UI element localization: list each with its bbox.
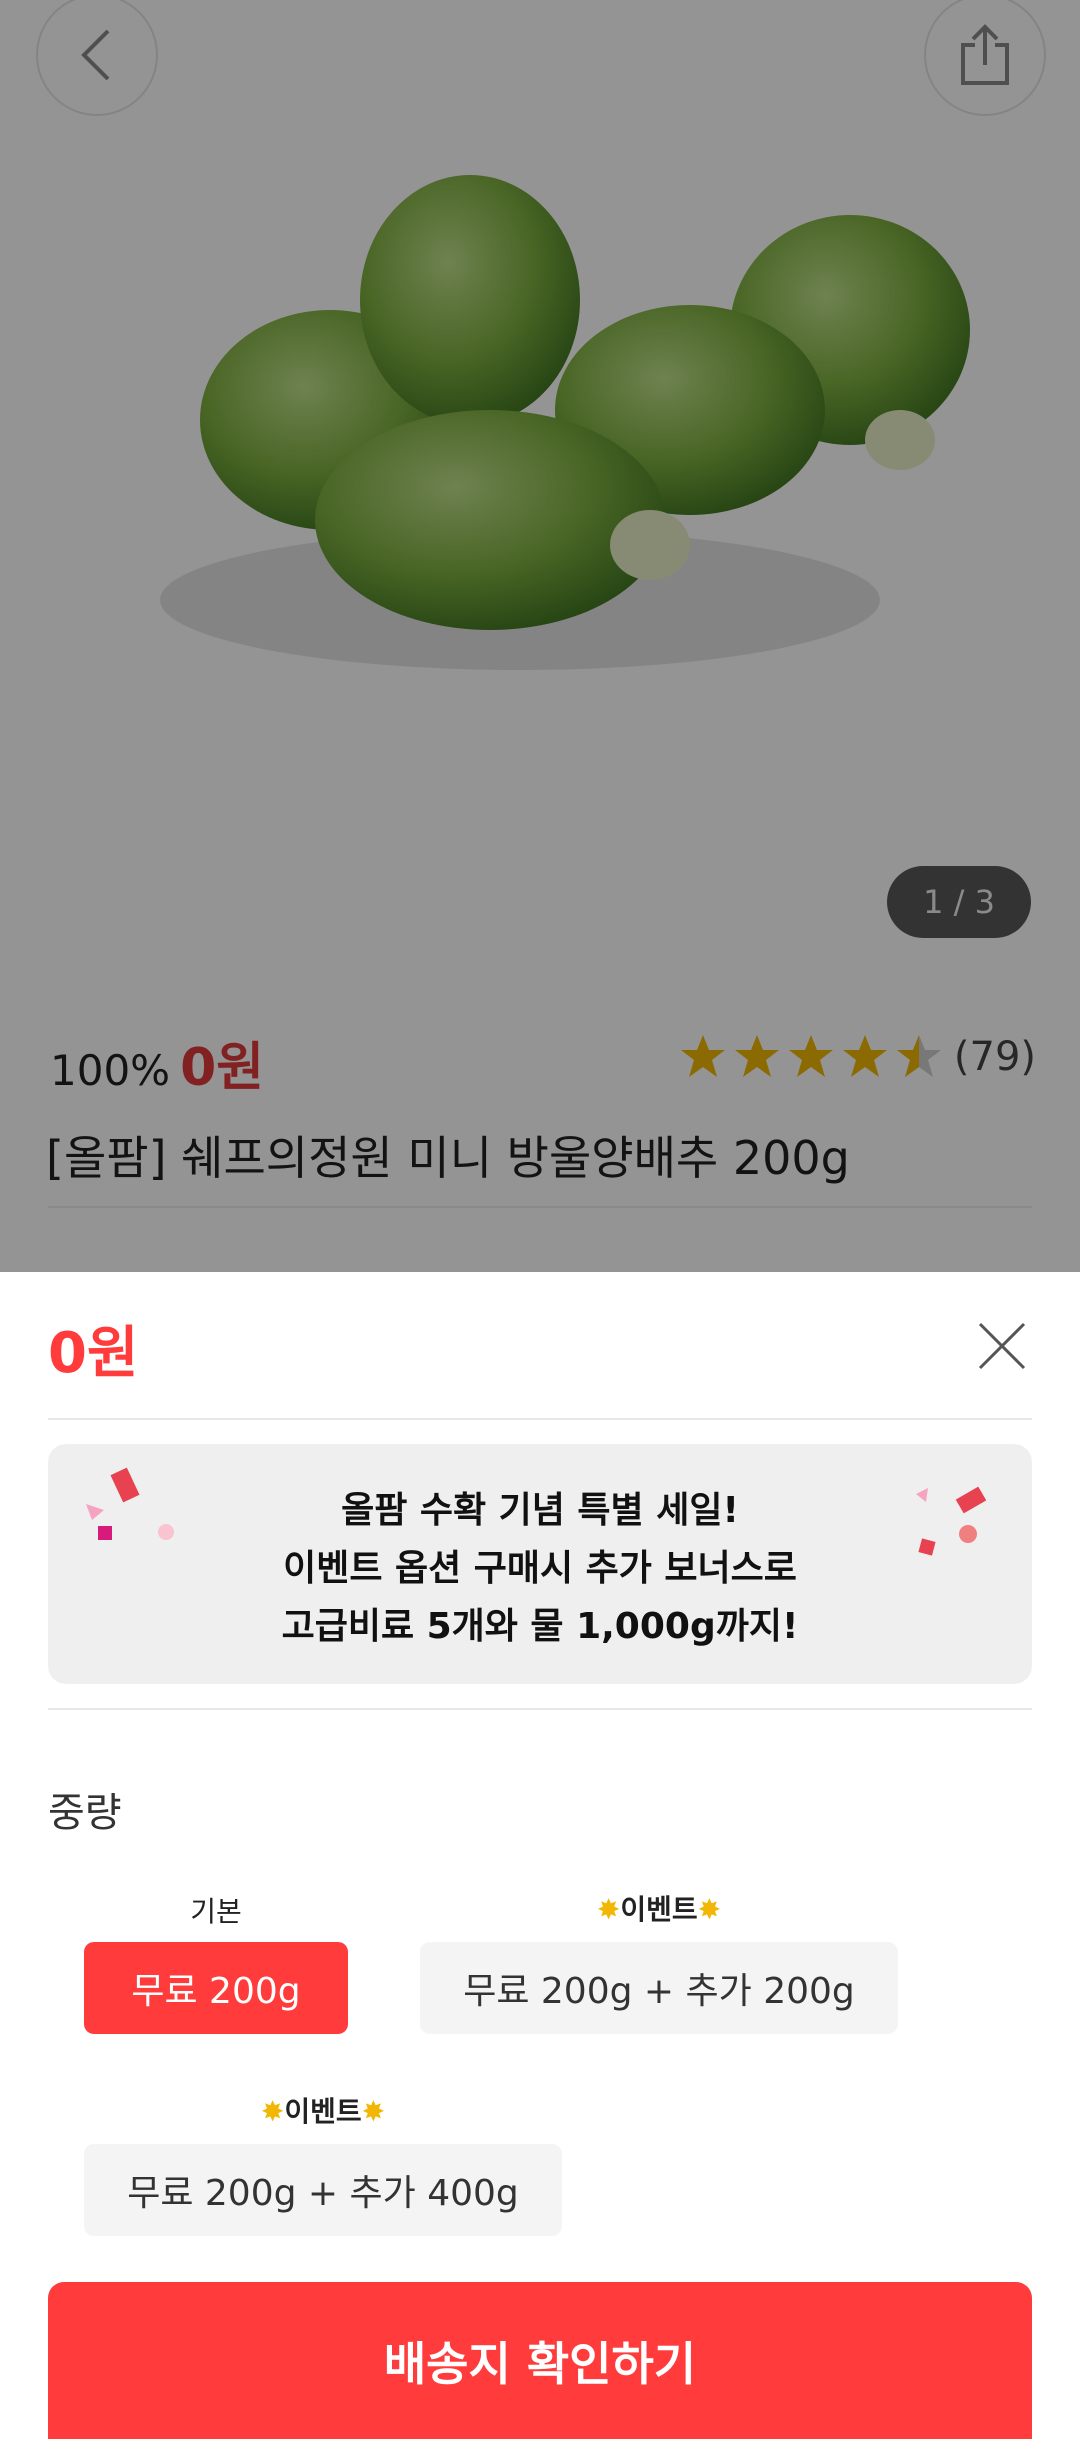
sparkle-icon: ✸ <box>361 2095 386 2128</box>
sparkle-icon: ✸ <box>596 1893 621 1926</box>
option-caption-text: 이벤트 <box>284 2095 362 2128</box>
event-banner: 올팜 수확 기념 특별 세일! 이벤트 옵션 구매시 추가 보너스로 고급비료 … <box>48 1444 1032 1684</box>
divider <box>48 1708 1032 1710</box>
modal-backdrop[interactable] <box>0 0 1080 1272</box>
option-label: 무료 200g + 추가 400g <box>127 2173 519 2214</box>
close-icon[interactable] <box>972 1316 1032 1376</box>
option-button-free-200g-plus-400g[interactable]: 무료 200g + 추가 400g <box>84 2144 562 2236</box>
option-button-free-200g[interactable]: 무료 200g <box>84 1942 348 2034</box>
banner-line-2: 이벤트 옵션 구매시 추가 보너스로 <box>283 1548 797 1589</box>
option-caption: ✸이벤트✸ <box>420 1888 898 1928</box>
option-caption-text: 기본 <box>190 1895 242 1928</box>
option-caption-text: 이벤트 <box>620 1893 698 1926</box>
sparkle-icon: ✸ <box>260 2095 285 2128</box>
banner-line-1: 올팜 수확 기념 특별 세일! <box>341 1490 739 1531</box>
sparkle-icon: ✸ <box>697 1893 722 1926</box>
option-caption: 기본 <box>84 1890 348 1930</box>
sheet-price: 0원 <box>48 1321 139 1386</box>
divider <box>48 1418 1032 1420</box>
option-bottom-sheet: 0원 올팜 수확 기념 특별 세일! 이벤트 옵션 구매시 추가 보너스로 고급… <box>0 1272 1080 2439</box>
option-button-free-200g-plus-200g[interactable]: 무료 200g + 추가 200g <box>420 1942 898 2034</box>
check-address-button[interactable]: 배송지 확인하기 <box>48 2282 1032 2439</box>
option-caption: ✸이벤트✸ <box>84 2090 562 2130</box>
option-label: 무료 200g <box>131 1971 301 2012</box>
option-label: 무료 200g + 추가 200g <box>463 1971 855 2012</box>
weight-section-label: 중량 <box>48 1790 122 1836</box>
banner-line-3: 고급비료 5개와 물 1,000g까지! <box>281 1606 799 1647</box>
